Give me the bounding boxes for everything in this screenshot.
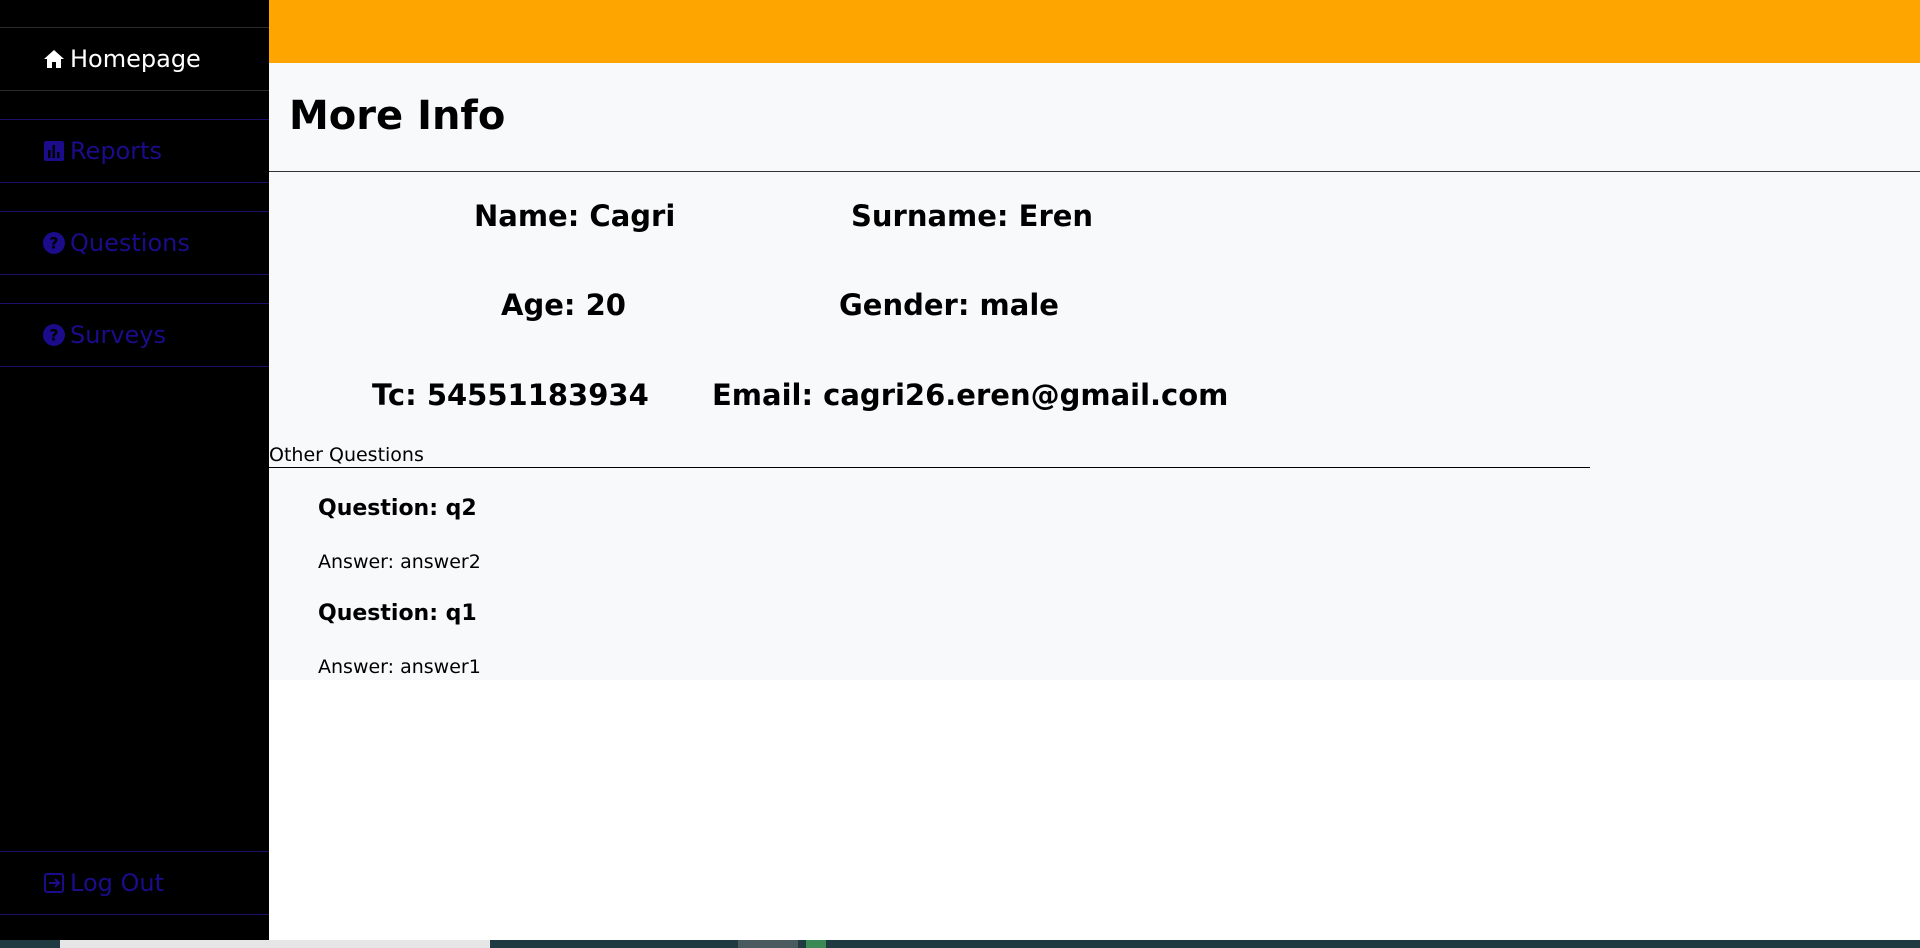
sidebar: Homepage Reports ? Questions ? Surveys L… — [0, 0, 269, 940]
sidebar-item-label: Reports — [70, 137, 163, 165]
sidebar-item-homepage[interactable]: Homepage — [0, 27, 269, 91]
answer-text: Answer: answer1 — [318, 656, 481, 678]
bar-chart-icon — [42, 139, 66, 163]
name-value: Name: Cagri — [474, 199, 676, 233]
question-text: Question: q1 — [318, 601, 477, 626]
question-circle-icon: ? — [42, 231, 66, 255]
sidebar-item-questions[interactable]: ? Questions — [0, 211, 269, 275]
sidebar-item-reports[interactable]: Reports — [0, 119, 269, 183]
logout-label: Log Out — [70, 869, 165, 897]
question-text: Question: q2 — [318, 496, 477, 521]
svg-text:?: ? — [49, 234, 58, 253]
home-icon — [42, 47, 66, 71]
taskbar — [0, 940, 1920, 948]
main-panel: More Info Name: Cagri Surname: Eren Age:… — [269, 63, 1920, 680]
divider — [269, 467, 1590, 468]
sidebar-item-surveys[interactable]: ? Surveys — [0, 303, 269, 367]
sidebar-item-label: Homepage — [70, 45, 201, 73]
surname-value: Surname: Eren — [851, 199, 1094, 233]
logout-button[interactable]: Log Out — [0, 851, 269, 915]
sidebar-item-label: Surveys — [70, 321, 166, 349]
svg-text:?: ? — [49, 326, 58, 345]
tc-value: Tc: 54551183934 — [372, 378, 649, 412]
taskbar-segment — [806, 940, 826, 948]
top-bar — [269, 0, 1920, 63]
question-circle-icon: ? — [42, 323, 66, 347]
email-value: Email: cagri26.eren@gmail.com — [712, 378, 1229, 412]
gender-value: Gender: male — [839, 288, 1059, 322]
taskbar-segment — [738, 940, 798, 948]
divider — [269, 171, 1920, 172]
sidebar-item-label: Questions — [70, 229, 190, 257]
answer-text: Answer: answer2 — [318, 551, 481, 573]
taskbar-segment — [60, 940, 490, 948]
other-questions-label: Other Questions — [269, 444, 424, 466]
age-value: Age: 20 — [501, 288, 626, 322]
page-title: More Info — [289, 93, 506, 139]
logout-icon — [42, 871, 66, 895]
